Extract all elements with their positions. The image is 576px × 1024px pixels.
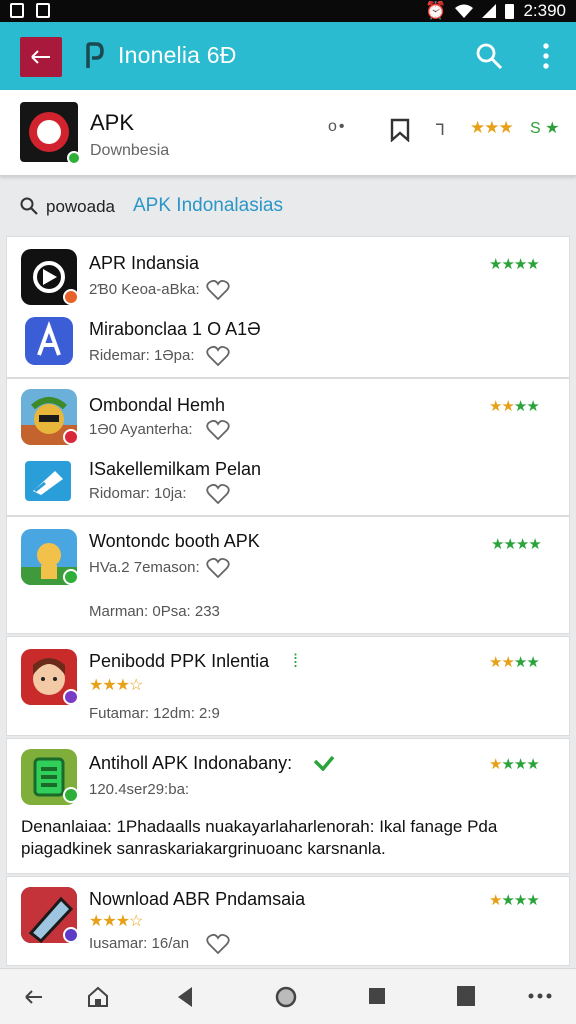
- item-rating: ★★★★: [489, 654, 540, 671]
- badge: [63, 569, 79, 585]
- more-vert-icon[interactable]: [538, 40, 554, 72]
- badge: [63, 787, 79, 803]
- list-item[interactable]: Antiholl APK Indonabany: 120.4ser29:ba: …: [7, 739, 571, 875]
- description-line-2: piagadkinek sanraskariakargrinuoanc kars…: [21, 839, 386, 858]
- search-small-icon: [20, 197, 38, 215]
- item-rating: ★★★★: [489, 756, 540, 773]
- app-bar-title: Inonelia 6Ð: [118, 42, 237, 68]
- header-stars: ★★★: [470, 118, 514, 137]
- apk-title: APK: [90, 110, 135, 135]
- heart-icon[interactable]: [206, 933, 230, 955]
- item-rating: ★★★★: [489, 398, 540, 415]
- heart-icon[interactable]: [206, 557, 230, 579]
- results-card-3: Wontondc booth APK HVa.2 7emason: ★★★★ M…: [6, 516, 570, 634]
- list-item[interactable]: Mirabonclaa 1 O A1Ə Ridemar: 1Əpa:: [7, 309, 571, 379]
- item-stars: ★★★☆: [89, 913, 143, 930]
- photo-notification-icon: [36, 3, 50, 18]
- pin-icon[interactable]: ⅂: [436, 120, 445, 140]
- green-marker-icon: ⁞: [293, 651, 299, 671]
- heart-icon[interactable]: [206, 345, 230, 367]
- apk-header: APK Downbesia o• ⅂ ★★★ S ★: [0, 90, 576, 176]
- square-recents-icon[interactable]: [369, 988, 385, 1004]
- item-title: Nownload ABR Pndamsaia: [89, 889, 306, 909]
- heart-icon[interactable]: [206, 419, 230, 441]
- options-dots[interactable]: o•: [328, 118, 347, 136]
- home-icon[interactable]: [86, 985, 110, 1009]
- app-logo-icon: [86, 42, 104, 68]
- list-item[interactable]: Ombondal Hemh 1Ə0 Ayanterha: ★★★★: [7, 379, 571, 451]
- more-horiz-icon[interactable]: [528, 993, 552, 999]
- signal-icon: [482, 4, 497, 18]
- badge: [63, 429, 79, 445]
- list-item[interactable]: ISakellemilkam Pelan Ridomar: 10ja:: [7, 451, 571, 517]
- item-title: Mirabonclaa 1 O A1Ə: [89, 319, 261, 339]
- app-bar: Inonelia 6Ð: [0, 22, 576, 90]
- item-title: APR Indansia: [89, 253, 200, 273]
- search-line: powoada APK Indonalasias: [0, 176, 576, 236]
- notification-icon: [10, 3, 24, 18]
- item-subtitle: Ridomar: 10ja:: [89, 485, 187, 502]
- list-item[interactable]: Wontondc booth APK HVa.2 7emason: ★★★★ M…: [7, 517, 571, 635]
- status-bar: ⏰ 2:390: [0, 0, 576, 22]
- item-subtitle: HVa.2 7emason:: [89, 559, 200, 576]
- check-icon: [313, 755, 335, 771]
- results-card-2: Ombondal Hemh 1Ə0 Ayanterha: ★★★★ ISakel…: [6, 378, 570, 516]
- item-title: Antiholl APK Indonabany:: [89, 753, 293, 773]
- battery-icon: [505, 3, 515, 19]
- app-icon-4: [25, 461, 71, 501]
- alarm-icon: ⏰: [425, 1, 447, 20]
- item-subtitle: 120.4ser29:ba:: [89, 781, 190, 798]
- item-rating: ★★★★: [489, 256, 540, 273]
- search-query: powoada: [46, 197, 116, 216]
- item-title: Wontondc booth APK: [89, 531, 260, 551]
- item-title: ISakellemilkam Pelan: [89, 459, 262, 479]
- item-subtitle: Iusamar: 16/an: [89, 935, 190, 952]
- circle-home-icon[interactable]: [274, 985, 298, 1009]
- description-line-1: Denanlaiaa: 1Phadaalls nuakayarlaharleno…: [21, 817, 498, 836]
- badge: [63, 927, 79, 943]
- results-card-5: Antiholl APK Indonabany: 120.4ser29:ba: …: [6, 738, 570, 874]
- list-item[interactable]: APR Indansia 2Ɓ0 Keoa-aBka: ★★★★: [7, 237, 571, 309]
- nav-back-arrow-icon[interactable]: [24, 989, 44, 1005]
- list-item[interactable]: Nownload ABR Pndamsaia ★★★☆ Iusamar: 16/…: [7, 877, 571, 967]
- square-apps-icon[interactable]: [457, 986, 475, 1006]
- header-rating: S ★: [530, 120, 560, 137]
- clock-time: 2:390: [523, 1, 566, 20]
- item-rating: ★★★★: [491, 536, 542, 553]
- apk-logo-icon: [20, 102, 81, 165]
- results-card-1: APR Indansia 2Ɓ0 Keoa-aBka: ★★★★ Mirabon…: [6, 236, 570, 378]
- item-rating: ★★★★: [489, 892, 540, 909]
- item-subtitle: Futamar: 12dm: 2:9: [89, 705, 220, 722]
- item-stars: ★★★☆: [89, 677, 143, 694]
- list-item[interactable]: Penibodd PPK Inlentia ⁞ ★★★☆ Futamar: 12…: [7, 637, 571, 737]
- bottom-nav-bar: [0, 968, 576, 1024]
- item-title: Ombondal Hemh: [89, 395, 226, 415]
- results-card-6: Nownload ABR Pndamsaia ★★★☆ Iusamar: 16/…: [6, 876, 570, 966]
- item-meta: Marman: 0Psa: 233: [89, 603, 220, 620]
- back-arrow-icon: [31, 50, 50, 64]
- bookmark-icon[interactable]: [390, 118, 410, 142]
- results-card-4: Penibodd PPK Inlentia ⁞ ★★★☆ Futamar: 12…: [6, 636, 570, 736]
- badge: [63, 289, 79, 305]
- apk-subtitle: Downbesia: [90, 142, 170, 159]
- back-button[interactable]: [20, 37, 62, 77]
- app-icon-2: [25, 317, 73, 365]
- item-title: Penibodd PPK Inlentia: [89, 651, 270, 671]
- heart-icon[interactable]: [206, 279, 230, 301]
- item-subtitle: Ridemar: 1Əpa:: [89, 347, 195, 364]
- search-icon[interactable]: [474, 41, 504, 71]
- heart-icon[interactable]: [206, 483, 230, 505]
- badge: [63, 689, 79, 705]
- wifi-icon: [455, 4, 474, 18]
- nav-back-icon[interactable]: [178, 987, 194, 1007]
- item-subtitle: 2Ɓ0 Keoa-aBka:: [89, 281, 200, 298]
- item-subtitle: 1Ə0 Ayanterha:: [89, 421, 193, 438]
- search-link[interactable]: APK Indonalasias: [133, 195, 283, 217]
